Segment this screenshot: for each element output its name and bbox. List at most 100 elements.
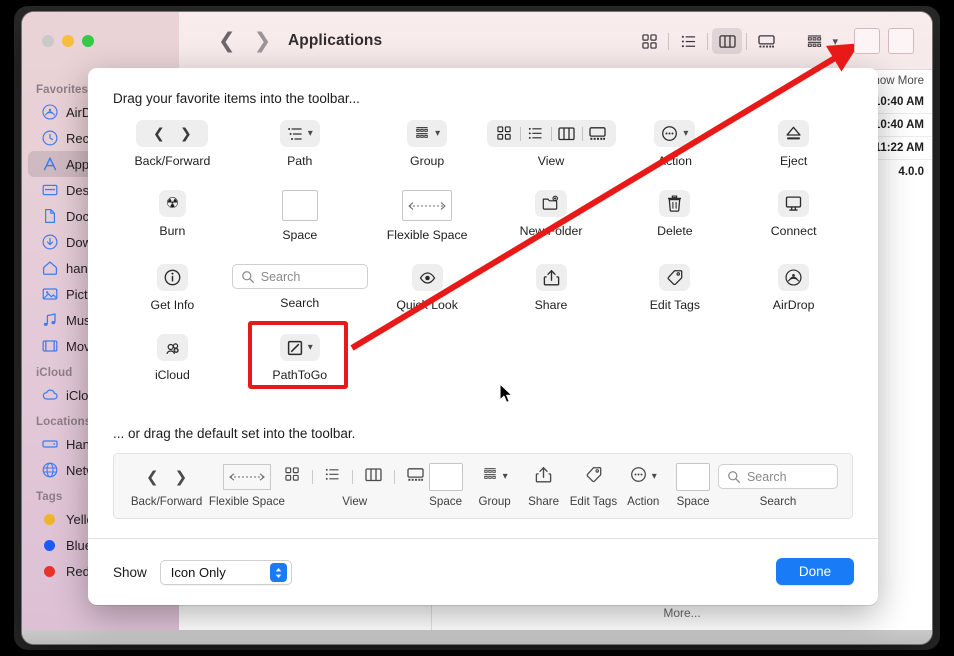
flexible-space-icon[interactable] xyxy=(223,464,271,490)
toolbar-item-label: Flexible Space xyxy=(387,228,468,242)
default-item-label: Edit Tags xyxy=(570,495,617,508)
default-item-space[interactable]: Space xyxy=(421,464,471,508)
toolbar-item-eject[interactable]: Eject xyxy=(734,120,853,168)
show-select-value: Icon Only xyxy=(171,565,226,580)
toolbar-item-quick-look[interactable]: Quick Look xyxy=(368,264,487,312)
eye-icon[interactable] xyxy=(412,264,443,291)
toolbar-item-burn[interactable]: ☢Burn xyxy=(113,190,232,242)
forward-icon[interactable]: ❯ xyxy=(175,468,188,486)
action-icon[interactable]: ▾ xyxy=(654,120,695,147)
default-item-view[interactable]: View xyxy=(289,464,421,508)
gallery-view-icon[interactable] xyxy=(586,123,610,145)
list-view-icon[interactable] xyxy=(673,28,703,54)
toolbar-item-label: PathToGo xyxy=(272,368,327,382)
sheet-subtitle: ... or drag the default set into the too… xyxy=(113,426,355,441)
default-item-flexible-space[interactable]: Flexible Space xyxy=(205,464,289,508)
search-placeholder: Search xyxy=(261,270,301,284)
list-view-icon[interactable] xyxy=(524,123,548,145)
default-set-bar[interactable]: ❮❯Back/ForwardFlexible SpaceViewSpace▾Gr… xyxy=(113,453,853,519)
tag-icon[interactable] xyxy=(585,466,602,488)
toolbar-item-back-forward[interactable]: ❮❯Back/Forward xyxy=(113,120,232,168)
toolbar-empty-slot-2[interactable] xyxy=(888,28,914,54)
eject-icon[interactable] xyxy=(778,120,809,147)
connect-icon[interactable] xyxy=(778,190,809,217)
default-item-back-forward[interactable]: ❮❯Back/Forward xyxy=(128,464,205,508)
status-bar xyxy=(22,630,932,644)
toolbar-item-flexible-space[interactable]: Flexible Space xyxy=(368,190,487,242)
group-icon[interactable] xyxy=(799,28,829,54)
toolbar-item-connect[interactable]: Connect xyxy=(734,190,853,242)
toolbar-item-new-folder[interactable]: New Folder xyxy=(487,190,616,242)
document-icon xyxy=(41,208,58,225)
toolbar-item-airdrop[interactable]: AirDrop xyxy=(734,264,853,312)
tag-dot-icon xyxy=(41,537,58,554)
default-item-search[interactable]: SearchSearch xyxy=(718,464,838,508)
column-view-icon[interactable] xyxy=(712,28,742,54)
back-forward-icon[interactable]: ❮❯ xyxy=(136,120,208,147)
flexible-space-icon[interactable] xyxy=(402,190,452,221)
info-icon[interactable] xyxy=(157,264,188,291)
icon-view-icon[interactable] xyxy=(285,467,300,487)
share-icon[interactable] xyxy=(535,466,552,488)
close-button[interactable] xyxy=(42,35,54,47)
space-icon[interactable] xyxy=(676,463,710,491)
back-icon[interactable]: ❮ xyxy=(146,468,159,486)
default-item-share[interactable]: Share xyxy=(519,464,569,508)
toolbar-item-label: Path xyxy=(287,154,312,168)
toolbar-item-group[interactable]: ▾Group xyxy=(368,120,487,168)
tag-dot-icon xyxy=(41,563,58,580)
list-view-icon[interactable] xyxy=(325,467,340,487)
icon-view-icon[interactable] xyxy=(634,28,664,54)
default-item-edit-tags[interactable]: Edit Tags xyxy=(569,464,619,508)
group-icon[interactable] xyxy=(482,467,498,487)
drive-icon xyxy=(41,436,58,453)
view-segmented-icon[interactable] xyxy=(487,120,616,147)
share-icon[interactable] xyxy=(536,264,567,291)
icloud-share-icon[interactable] xyxy=(157,334,188,361)
forward-icon[interactable]: ❯ xyxy=(254,31,272,52)
toolbar-item-get-info[interactable]: Get Info xyxy=(113,264,232,312)
done-button[interactable]: Done xyxy=(776,558,854,585)
toolbar-item-label: Get Info xyxy=(151,298,195,312)
path-icon[interactable]: ▾ xyxy=(280,120,320,147)
back-icon[interactable]: ❮ xyxy=(218,31,236,52)
airdrop-icon[interactable] xyxy=(778,264,809,291)
more-label[interactable]: More... xyxy=(663,606,700,620)
toolbar-item-path[interactable]: ▾ Path xyxy=(232,120,368,168)
toolbar-item-search[interactable]: SearchSearch xyxy=(232,264,368,312)
toolbar-item-pathtogo[interactable]: ▾ PathToGo xyxy=(232,334,368,382)
trash-icon[interactable] xyxy=(659,190,690,217)
search-input[interactable]: Search xyxy=(232,264,368,289)
space-icon[interactable] xyxy=(429,463,463,491)
toolbar-empty-slot-1[interactable] xyxy=(854,28,880,54)
default-item-action[interactable]: ▾Action xyxy=(618,464,668,508)
icon-view-icon[interactable] xyxy=(493,123,517,145)
minimize-button[interactable] xyxy=(62,35,74,47)
search-input[interactable]: Search xyxy=(718,464,838,489)
toolbar-item-edit-tags[interactable]: Edit Tags xyxy=(616,264,735,312)
toolbar-item-icloud[interactable]: iCloud xyxy=(113,334,232,382)
show-select[interactable]: Icon Only xyxy=(160,560,292,585)
gallery-view-icon[interactable] xyxy=(751,28,781,54)
burn-icon[interactable]: ☢ xyxy=(159,190,186,217)
zoom-button[interactable] xyxy=(82,35,94,47)
column-view-icon[interactable] xyxy=(365,467,382,487)
new-folder-icon[interactable] xyxy=(535,190,567,217)
default-item-space[interactable]: Space xyxy=(668,464,718,508)
toolbar-item-label: Space xyxy=(282,228,317,242)
pictures-icon xyxy=(41,286,58,303)
space-icon[interactable] xyxy=(282,190,318,221)
toolbar-item-delete[interactable]: Delete xyxy=(616,190,735,242)
chevron-down-icon[interactable]: ▾ xyxy=(832,35,838,48)
toolbar-item-view[interactable]: View xyxy=(487,120,616,168)
stepper-icon xyxy=(270,563,287,582)
default-item-group[interactable]: ▾Group xyxy=(471,464,519,508)
pathtogo-icon[interactable]: ▾ xyxy=(280,334,320,361)
tag-icon[interactable] xyxy=(659,264,690,291)
toolbar-item-action[interactable]: ▾Action xyxy=(616,120,735,168)
column-view-icon[interactable] xyxy=(555,123,579,145)
toolbar-item-space[interactable]: Space xyxy=(232,190,368,242)
toolbar-item-share[interactable]: Share xyxy=(487,264,616,312)
action-icon[interactable] xyxy=(630,466,647,488)
group-icon[interactable]: ▾ xyxy=(407,120,447,147)
